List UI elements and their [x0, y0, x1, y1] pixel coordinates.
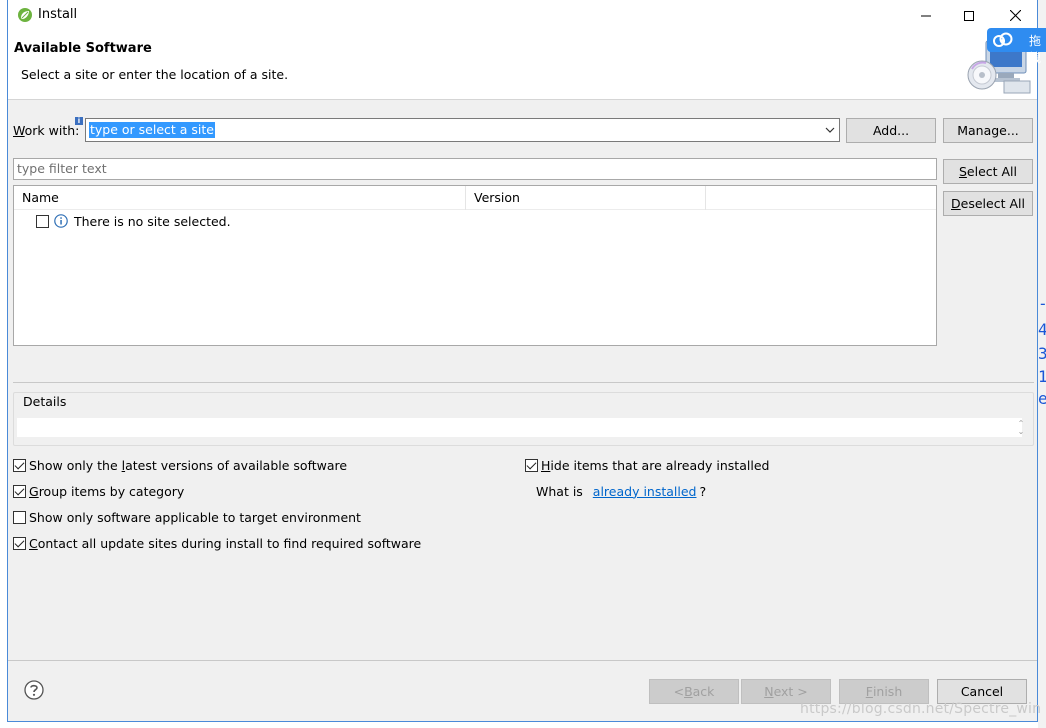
cloud-icon	[993, 32, 1013, 47]
page-description: Select a site or enter the location of a…	[21, 67, 289, 82]
background-text-fragment: 1	[1038, 367, 1046, 386]
minimize-icon	[921, 15, 931, 16]
target-environment-checkbox[interactable]	[13, 510, 26, 524]
window-title: Install	[38, 7, 78, 22]
option-hide-installed[interactable]: Hide items that are already installed	[525, 456, 769, 474]
option-group-by-category[interactable]: Group items by category	[13, 482, 184, 500]
header-banner: Available Software Select a site or ente…	[8, 31, 1037, 100]
deselect-all-button[interactable]: Deselect All	[943, 191, 1033, 216]
back-button[interactable]: < Back	[649, 679, 739, 704]
manage-button[interactable]: Manage...	[943, 118, 1033, 143]
work-with-input[interactable]: type or select a site	[89, 122, 215, 138]
background-text-fragment: 3	[1038, 344, 1046, 363]
row-checkbox[interactable]	[36, 214, 49, 228]
info-icon	[54, 214, 68, 228]
table-row[interactable]: There is no site selected.	[36, 212, 231, 230]
column-header-version[interactable]: Version	[466, 186, 706, 210]
minimize-button[interactable]	[903, 0, 949, 31]
hide-installed-checkbox[interactable]	[525, 458, 538, 472]
group-by-category-checkbox[interactable]	[13, 484, 26, 498]
option-latest-versions[interactable]: Show only the latest versions of availab…	[13, 456, 347, 474]
title-bar[interactable]: Install	[8, 0, 1037, 31]
watermark-text: https://blog.csdn.net/Spectre_win	[800, 701, 1042, 717]
row-text: There is no site selected.	[74, 213, 231, 229]
table-header: Name Version	[14, 186, 936, 210]
floating-tag-text: 拖拽	[1029, 34, 1042, 65]
filter-input[interactable]: type filter text	[13, 158, 937, 180]
divider	[8, 660, 1037, 661]
software-table[interactable]: Name Version There is no site selected.	[13, 185, 937, 346]
what-is-installed-text: What is already installed?	[536, 483, 707, 499]
floating-drag-tag[interactable]: 拖拽	[987, 28, 1046, 65]
background-text-fragment: e	[1038, 389, 1046, 408]
help-icon[interactable]	[24, 680, 44, 700]
close-icon	[1009, 10, 1021, 21]
details-label: Details	[22, 394, 68, 409]
option-contact-update-sites[interactable]: Contact all update sites during install …	[13, 534, 421, 552]
spring-leaf-icon	[18, 8, 32, 22]
work-with-combo[interactable]: type or select a site	[85, 118, 840, 142]
details-text-area[interactable]	[17, 418, 1022, 437]
add-button[interactable]: Add...	[846, 118, 936, 143]
latest-versions-checkbox[interactable]	[13, 458, 26, 472]
background-text-fragment: 4	[1038, 320, 1046, 339]
page-title: Available Software	[14, 41, 152, 56]
column-header-name[interactable]: Name	[14, 186, 466, 210]
details-scroll-arrows[interactable]: ⌃ ⌄	[1016, 420, 1026, 436]
install-dialog: Install Available Software Select a site…	[7, 0, 1038, 722]
background-text-fragment: -	[1038, 294, 1046, 313]
maximize-button[interactable]	[946, 0, 992, 31]
screen: - 4 3 1 e Install Available Software	[0, 0, 1046, 728]
background-strip	[1038, 0, 1046, 728]
close-button[interactable]	[992, 0, 1038, 31]
option-target-environment[interactable]: Show only software applicable to target …	[13, 508, 361, 526]
select-all-button[interactable]: Select All	[943, 159, 1033, 184]
work-with-label: Work with:	[13, 123, 80, 138]
info-icon: i	[75, 117, 83, 125]
contact-update-sites-checkbox[interactable]	[13, 536, 26, 550]
already-installed-link[interactable]: already installed	[593, 484, 697, 499]
maximize-icon	[964, 10, 974, 21]
divider	[13, 382, 1034, 383]
chevron-down-icon[interactable]	[824, 124, 836, 136]
